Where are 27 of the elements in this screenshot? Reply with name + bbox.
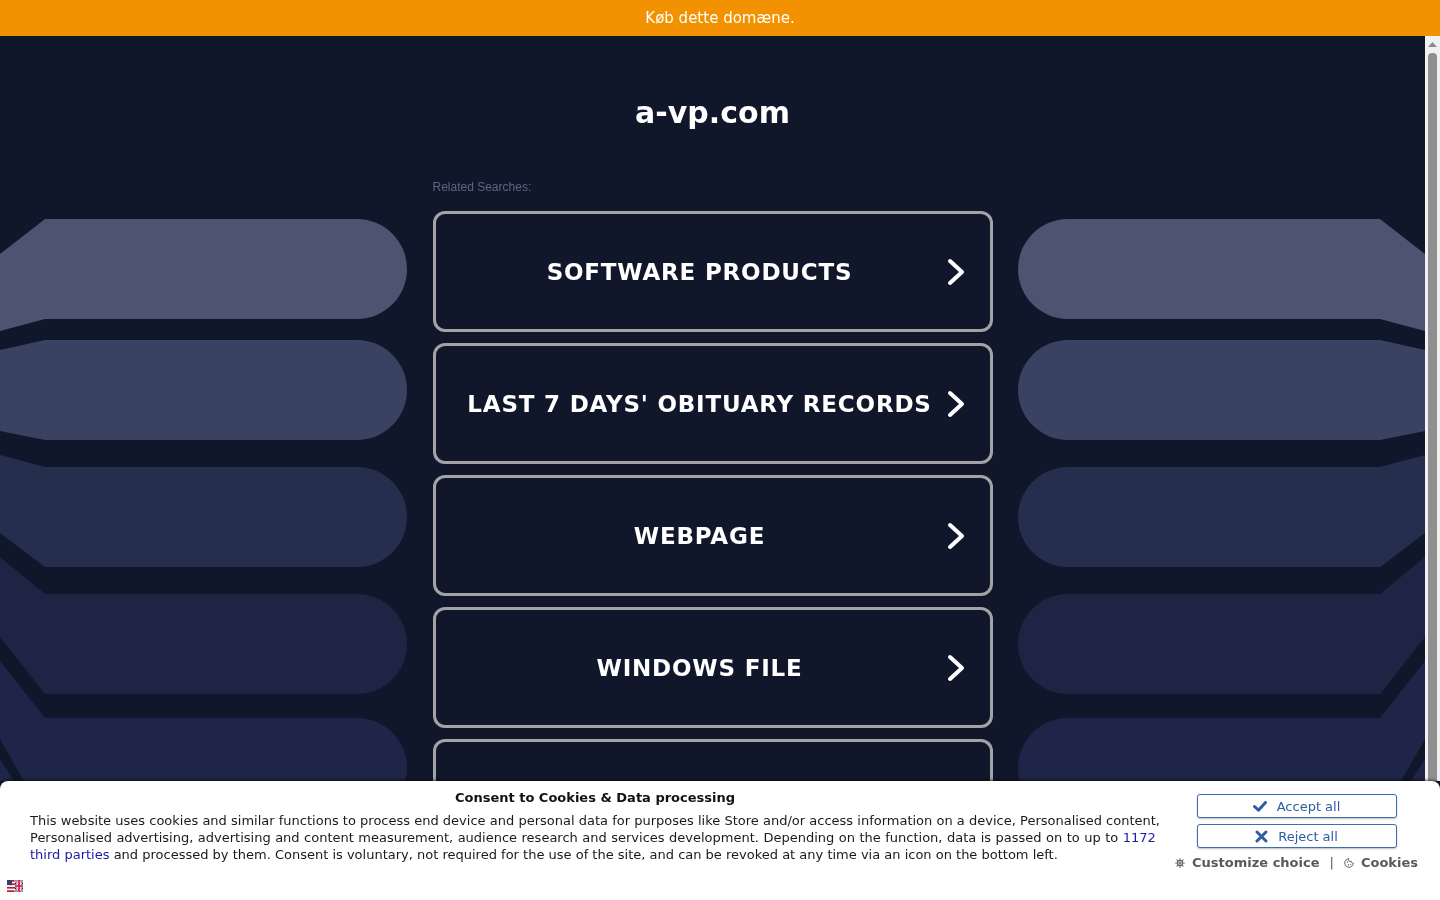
consent-title: Consent to Cookies & Data processing: [453, 789, 737, 806]
scrollbar[interactable]: [1425, 36, 1440, 781]
gear-icon: [1175, 858, 1186, 868]
related-search-link[interactable]: SOFTWARE PRODUCTS: [432, 211, 993, 332]
cookie-icon: [1343, 858, 1354, 868]
site-title: a-vp.com: [635, 95, 790, 131]
third-parties-link[interactable]: third parties: [30, 847, 110, 862]
separator: |: [1329, 855, 1334, 871]
accept-all-button[interactable]: Accept all: [1196, 794, 1397, 818]
close-icon: [1255, 829, 1269, 843]
consent-text: This website uses cookies and similar functions to process end device and personal data for purposes like Store and/or access information on a device, Personalised content, Personalised advertising, advertising and content measurement, audience research and services development. Depending on the function, data is passed on to up to 1172 third parties and processed by them. Consent is voluntary, not required for the use of the site, and can be revoked at any time via an icon on the bottom left.: [30, 812, 1160, 863]
chevron-right-icon: [946, 389, 965, 418]
scroll-up-arrow-icon[interactable]: [1428, 42, 1437, 47]
reject-all-button[interactable]: Reject all: [1196, 824, 1397, 848]
scrollbar-thumb[interactable]: [1428, 53, 1437, 781]
related-search-link[interactable]: WINDOWS FILE: [432, 607, 993, 728]
third-parties-link[interactable]: 1172: [1122, 830, 1156, 845]
flag-icon[interactable]: [7, 879, 23, 892]
chevron-right-icon: [946, 521, 965, 550]
check-icon: [1252, 800, 1267, 812]
customize-choice-link[interactable]: Customize choice: [1175, 855, 1320, 871]
related-searches-heading: Related Searches:: [432, 179, 532, 195]
cookies-link[interactable]: Cookies: [1343, 855, 1418, 871]
chevron-right-icon: [946, 653, 965, 682]
chevron-right-icon: [946, 257, 965, 286]
related-search-link[interactable]: LAST 7 DAYS' OBITUARY RECORDS: [432, 343, 993, 464]
related-search-link[interactable]: WEBPAGE: [432, 475, 993, 596]
